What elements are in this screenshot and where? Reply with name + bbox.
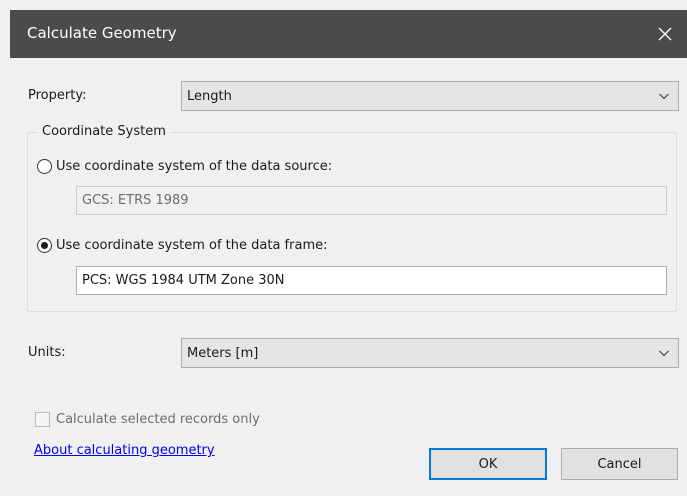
data-frame-label: Use coordinate system of the data frame: bbox=[56, 238, 328, 253]
about-geometry-link[interactable]: About calculating geometry bbox=[34, 443, 215, 458]
coordinate-system-legend: Coordinate System bbox=[38, 124, 170, 139]
data-frame-value: PCS: WGS 1984 UTM Zone 30N bbox=[82, 273, 285, 288]
data-source-coordinate-field: GCS: ETRS 1989 bbox=[76, 186, 667, 215]
data-frame-coordinate-field: PCS: WGS 1984 UTM Zone 30N bbox=[76, 266, 667, 295]
data-frame-radio[interactable]: Use coordinate system of the data frame: bbox=[37, 238, 328, 253]
coordinate-system-group: Coordinate System Use coordinate system … bbox=[27, 124, 677, 312]
radio-circle-selected[interactable] bbox=[37, 238, 52, 253]
data-source-label: Use coordinate system of the data source… bbox=[56, 159, 333, 174]
radio-circle[interactable] bbox=[37, 159, 52, 174]
property-label: Property: bbox=[28, 88, 87, 103]
checkbox-box[interactable] bbox=[35, 412, 50, 427]
property-value: Length bbox=[187, 88, 232, 104]
data-source-value: GCS: ETRS 1989 bbox=[82, 193, 189, 208]
selected-records-checkbox[interactable]: Calculate selected records only bbox=[35, 412, 260, 427]
dialog-body: Property: Length Coordinate System Use c… bbox=[10, 58, 687, 496]
units-dropdown[interactable]: Meters [m] bbox=[181, 338, 679, 368]
cancel-button[interactable]: Cancel bbox=[561, 448, 678, 480]
title-bar: Calculate Geometry bbox=[10, 10, 687, 58]
close-icon[interactable] bbox=[643, 10, 687, 58]
chevron-down-icon bbox=[658, 347, 670, 363]
selected-records-label: Calculate selected records only bbox=[56, 412, 260, 427]
units-label: Units: bbox=[28, 345, 66, 360]
ok-button[interactable]: OK bbox=[429, 448, 547, 480]
data-source-radio[interactable]: Use coordinate system of the data source… bbox=[37, 159, 332, 174]
units-value: Meters [m] bbox=[187, 345, 259, 361]
chevron-down-icon bbox=[658, 90, 670, 106]
window-title: Calculate Geometry bbox=[27, 24, 177, 42]
property-dropdown[interactable]: Length bbox=[181, 81, 679, 111]
